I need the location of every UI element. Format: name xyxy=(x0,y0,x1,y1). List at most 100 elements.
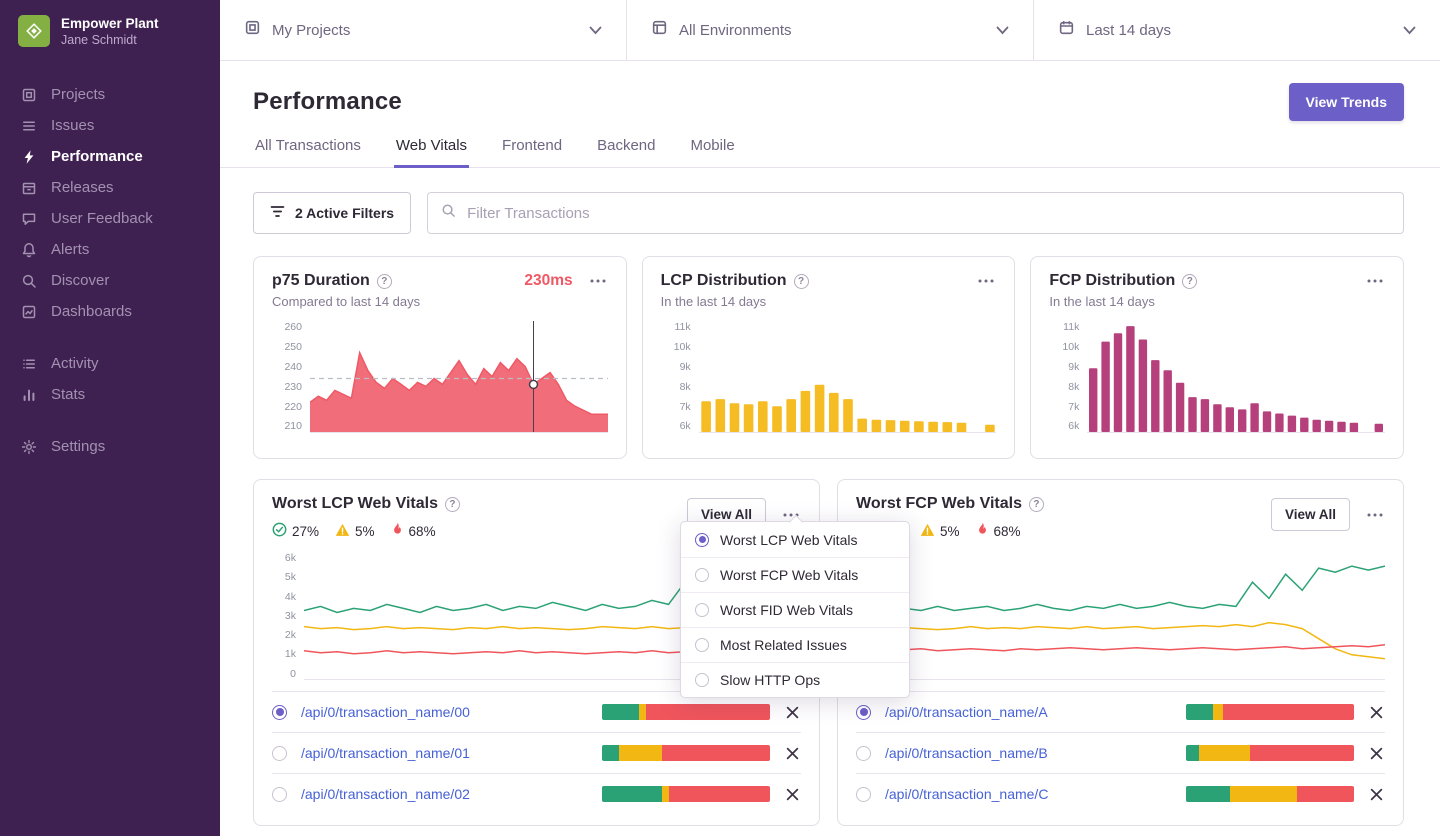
issues-icon xyxy=(20,117,38,135)
radio-button[interactable] xyxy=(695,568,709,582)
projects-icon xyxy=(20,86,38,104)
transaction-link[interactable]: /api/0/transaction_name/02 xyxy=(301,786,588,802)
tab-frontend[interactable]: Frontend xyxy=(500,137,564,168)
transaction-link[interactable]: /api/0/transaction_name/B xyxy=(885,745,1172,761)
project-selector-value: My Projects xyxy=(272,21,351,39)
close-icon[interactable] xyxy=(784,745,801,762)
transaction-link[interactable]: /api/0/transaction_name/00 xyxy=(301,704,588,720)
radio-button[interactable] xyxy=(695,638,709,652)
transaction-link[interactable]: /api/0/transaction_name/01 xyxy=(301,745,588,761)
radio-button[interactable] xyxy=(272,745,287,761)
sidebar-item-label: Releases xyxy=(51,179,114,196)
card-menu-button[interactable] xyxy=(588,277,608,285)
sidebar-item-issues[interactable]: Issues xyxy=(0,110,220,141)
poor-badge: 68% xyxy=(976,522,1021,540)
transaction-rows: /api/0/transaction_name/A /api/0/transac… xyxy=(856,691,1385,814)
radio-button[interactable] xyxy=(695,532,709,547)
org-switcher[interactable]: Empower Plant Jane Schmidt xyxy=(0,0,220,57)
view-all-button[interactable]: View All xyxy=(1270,498,1350,531)
close-icon[interactable] xyxy=(1368,704,1385,721)
help-icon[interactable]: ? xyxy=(1182,273,1198,289)
active-filters-button[interactable]: 2 Active Filters xyxy=(253,192,412,234)
date-range-selector[interactable]: Last 14 days xyxy=(1033,0,1440,60)
sidebar-item-label: Activity xyxy=(51,355,99,372)
close-icon[interactable] xyxy=(1368,786,1385,803)
vitals-distribution-bar xyxy=(1186,704,1354,720)
menu-item-worst-fcp[interactable]: Worst FCP Web Vitals xyxy=(681,557,909,592)
sidebar-item-discover[interactable]: Discover xyxy=(0,265,220,296)
gear-icon xyxy=(20,438,38,456)
org-logo-icon xyxy=(18,15,50,47)
poor-badge: 68% xyxy=(391,522,436,540)
chevron-down-icon xyxy=(589,26,602,35)
tab-web-vitals[interactable]: Web Vitals xyxy=(393,137,470,168)
tab-backend[interactable]: Backend xyxy=(595,137,657,168)
menu-item-worst-lcp[interactable]: Worst LCP Web Vitals xyxy=(681,522,909,557)
sidebar: Empower Plant Jane Schmidt Projects Issu… xyxy=(0,0,220,836)
table-row[interactable]: /api/0/transaction_name/C xyxy=(856,773,1385,814)
table-row[interactable]: /api/0/transaction_name/02 xyxy=(272,773,801,814)
environment-selector[interactable]: All Environments xyxy=(626,0,1033,60)
transaction-link[interactable]: /api/0/transaction_name/C xyxy=(885,786,1172,802)
help-icon[interactable]: ? xyxy=(376,273,392,289)
menu-item-worst-fid[interactable]: Worst FID Web Vitals xyxy=(681,592,909,627)
menu-item-slow-http-ops[interactable]: Slow HTTP Ops xyxy=(681,662,909,697)
releases-icon xyxy=(20,179,38,197)
help-icon[interactable]: ? xyxy=(444,496,460,512)
topbar: My Projects All Environments Last 14 day… xyxy=(220,0,1440,61)
sidebar-item-projects[interactable]: Projects xyxy=(0,79,220,110)
sidebar-item-performance[interactable]: Performance xyxy=(0,141,220,172)
p75-duration-value: 230ms xyxy=(524,272,573,289)
card-title: FCP Distribution xyxy=(1049,272,1176,289)
tab-all-transactions[interactable]: All Transactions xyxy=(253,137,363,168)
search-box[interactable] xyxy=(427,192,1404,234)
radio-button[interactable] xyxy=(856,745,871,761)
radio-button[interactable] xyxy=(695,673,709,687)
table-row[interactable]: /api/0/transaction_name/01 xyxy=(272,732,801,773)
sidebar-item-user-feedback[interactable]: User Feedback xyxy=(0,203,220,234)
sidebar-nav-tertiary: Settings xyxy=(0,431,220,462)
sidebar-item-stats[interactable]: Stats xyxy=(0,379,220,410)
help-icon[interactable]: ? xyxy=(1028,496,1044,512)
sidebar-nav-secondary: Activity Stats xyxy=(0,348,220,410)
projects-filter-icon xyxy=(244,19,261,41)
table-row[interactable]: /api/0/transaction_name/A xyxy=(856,691,1385,732)
view-trends-button[interactable]: View Trends xyxy=(1288,83,1404,121)
menu-item-most-related-issues[interactable]: Most Related Issues xyxy=(681,627,909,662)
sidebar-item-label: Projects xyxy=(51,86,106,103)
card-menu-button[interactable] xyxy=(1365,511,1385,519)
menu-item-label: Worst LCP Web Vitals xyxy=(720,531,858,548)
tab-mobile[interactable]: Mobile xyxy=(688,137,736,168)
menu-item-label: Slow HTTP Ops xyxy=(720,672,821,688)
card-menu-button[interactable] xyxy=(976,277,996,285)
dashboards-icon xyxy=(20,303,38,321)
radio-button[interactable] xyxy=(272,786,287,802)
card-title: LCP Distribution xyxy=(660,272,787,289)
sidebar-item-alerts[interactable]: Alerts xyxy=(0,234,220,265)
close-icon[interactable] xyxy=(1368,745,1385,762)
close-icon[interactable] xyxy=(784,704,801,721)
search-input[interactable] xyxy=(465,203,1390,223)
performance-icon xyxy=(20,148,38,166)
radio-button[interactable] xyxy=(856,704,871,720)
sidebar-item-activity[interactable]: Activity xyxy=(0,348,220,379)
transaction-link[interactable]: /api/0/transaction_name/A xyxy=(885,704,1172,720)
worst-fcp-vitals-chart xyxy=(888,552,1385,680)
good-badge: 27% xyxy=(272,522,319,540)
date-range-value: Last 14 days xyxy=(1086,21,1172,39)
badge-value: 68% xyxy=(408,523,436,539)
radio-button[interactable] xyxy=(856,786,871,802)
sidebar-item-dashboards[interactable]: Dashboards xyxy=(0,296,220,327)
table-row[interactable]: /api/0/transaction_name/B xyxy=(856,732,1385,773)
close-icon[interactable] xyxy=(784,786,801,803)
radio-button[interactable] xyxy=(272,704,287,720)
help-icon[interactable]: ? xyxy=(793,273,809,289)
project-selector[interactable]: My Projects xyxy=(220,0,626,60)
sidebar-item-releases[interactable]: Releases xyxy=(0,172,220,203)
card-title: Worst FCP Web Vitals xyxy=(856,495,1022,512)
sidebar-item-settings[interactable]: Settings xyxy=(0,431,220,462)
radio-button[interactable] xyxy=(695,603,709,617)
card-menu-button[interactable] xyxy=(1365,277,1385,285)
fcp-distribution-card: FCP Distribution ? In the last 14 days 1… xyxy=(1030,256,1404,459)
lcp-distribution-card: LCP Distribution ? In the last 14 days 1… xyxy=(641,256,1016,459)
